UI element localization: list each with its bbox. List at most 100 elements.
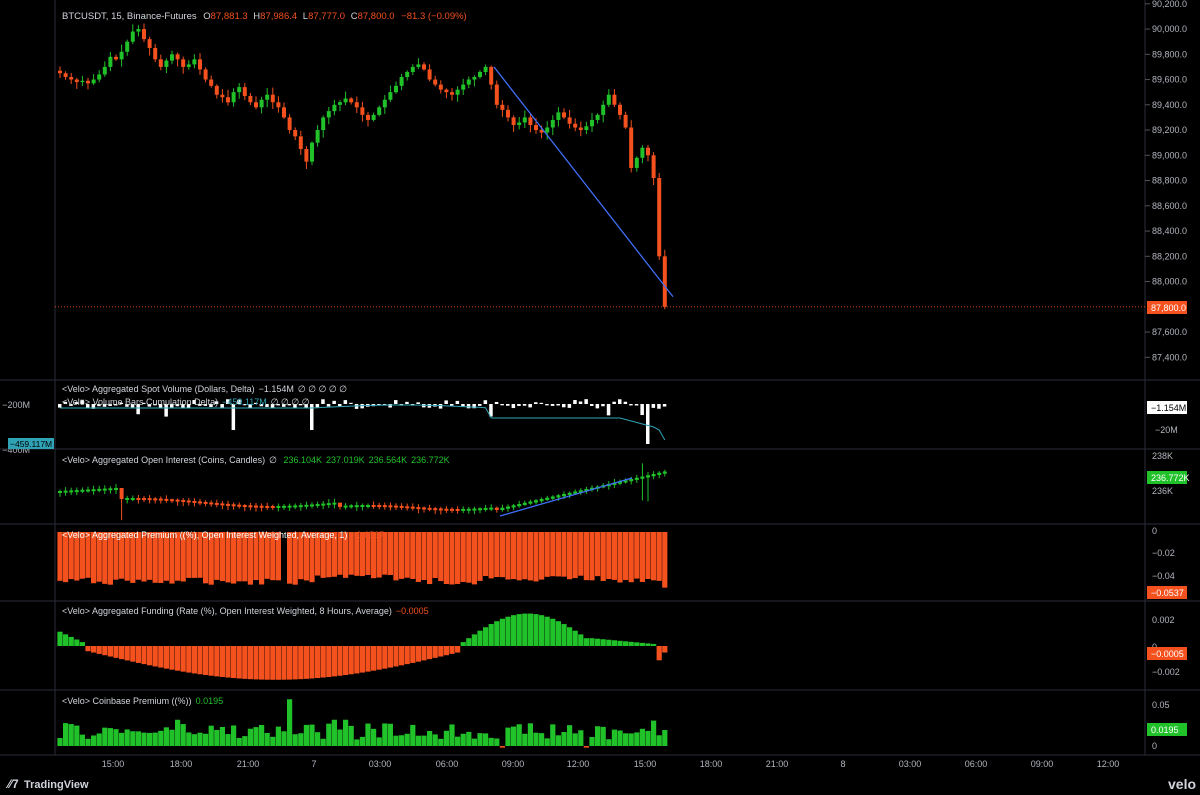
funding-bar: [74, 639, 80, 646]
coinbase-bar: [387, 723, 393, 746]
candle: [377, 107, 382, 115]
svg-text:−1.154M: −1.154M: [1151, 403, 1186, 413]
oi-candle: [657, 472, 662, 475]
funding-bar: [180, 646, 186, 672]
price-tick-label: 88,200.0: [1152, 251, 1187, 261]
coinbase-bar: [527, 723, 533, 746]
volume-bar: [405, 401, 409, 404]
funding-bar: [567, 627, 573, 646]
coinbase-bar: [449, 724, 455, 746]
candle: [461, 84, 466, 90]
candle: [282, 107, 286, 118]
funding-bar: [645, 643, 651, 646]
funding-bar: [130, 646, 136, 662]
oi-candle: [310, 504, 314, 507]
funding-bar: [550, 618, 556, 646]
funding-bar: [371, 646, 377, 671]
oi-candle: [371, 505, 376, 508]
oi-candle: [108, 488, 113, 491]
oi-badge: 236.772K: [1147, 471, 1190, 484]
coinbase-bar: [382, 723, 388, 746]
volume-bar: [629, 404, 633, 406]
funding-bar: [544, 616, 550, 646]
candle: [231, 92, 236, 103]
premium-bar: [455, 532, 461, 584]
funding-bar: [242, 646, 248, 679]
candle: [181, 59, 186, 67]
time-tick-label: 21:00: [766, 759, 789, 769]
coinbase-bar: [343, 719, 349, 746]
coinbase-bar: [359, 736, 365, 746]
volume-bar: [634, 404, 639, 406]
coinbase-bar: [415, 735, 421, 746]
price-tick-label: 89,600.0: [1152, 75, 1187, 85]
premium-bar: [511, 532, 517, 580]
spot-tick-label: −20M: [1155, 425, 1178, 435]
oi-candle: [192, 500, 197, 503]
premium-bar: [505, 532, 511, 580]
coinbase-bar: [231, 725, 237, 746]
funding-bar: [572, 630, 578, 646]
price-tick-label: 88,400.0: [1152, 226, 1187, 236]
candle: [114, 56, 118, 60]
candle: [606, 94, 611, 105]
candle: [444, 89, 449, 93]
candle: [209, 79, 214, 86]
coinbase-bar: [270, 736, 276, 746]
coinbase-bar: [337, 729, 343, 746]
premium-tick-label: −0.02: [1152, 548, 1175, 558]
oi-candle: [259, 505, 264, 508]
coinbase-tick-label: 0: [1152, 741, 1157, 751]
oi-candle: [315, 504, 320, 507]
volume-bar: [556, 404, 560, 406]
funding-bar: [421, 646, 427, 661]
coinbase-bar: [511, 726, 517, 746]
funding-bar: [471, 634, 477, 646]
tradingview-logo[interactable]: ⁄⁄7 TradingView: [5, 777, 89, 791]
spot-title: <Velo> Aggregated Spot Volume (Dollars, …: [62, 384, 347, 394]
oi-candle: [427, 507, 432, 510]
coinbase-title: <Velo> Coinbase Premium ((%)) 0.0195: [62, 696, 223, 706]
premium-bar: [600, 532, 606, 581]
candle: [332, 104, 337, 112]
candle: [192, 59, 197, 65]
oi-candle: [461, 508, 466, 511]
funding-bar: [141, 646, 147, 665]
funding-bar: [102, 646, 108, 656]
funding-bar: [152, 646, 158, 667]
coinbase-bar: [96, 733, 102, 746]
oi-candle: [114, 488, 118, 490]
time-tick-label: 8: [840, 759, 845, 769]
premium-bar: [404, 532, 410, 578]
funding-bar: [107, 646, 113, 657]
oi-candle: [366, 505, 370, 508]
coinbase-bar: [572, 733, 578, 746]
svg-text:TradingView: TradingView: [24, 779, 89, 791]
close-value: 87,800.0: [358, 11, 395, 22]
oi-title: <Velo> Aggregated Open Interest (Coins, …: [62, 455, 450, 465]
time-tick-label: 18:00: [170, 759, 193, 769]
candle: [69, 77, 74, 80]
oi-candle: [629, 479, 634, 482]
volume-bar: [545, 404, 549, 406]
candle: [478, 71, 482, 78]
coinbase-bar: [203, 733, 209, 746]
funding-bar: [449, 646, 455, 654]
funding-bar: [589, 638, 595, 646]
coinbase-bar: [544, 738, 550, 746]
candle: [438, 84, 443, 90]
oi-candle: [522, 502, 527, 505]
candle: [254, 102, 258, 108]
coinbase-bar: [460, 733, 466, 746]
coinbase-bar: [550, 724, 556, 746]
coinbase-bar: [303, 724, 309, 746]
funding-bar: [135, 646, 141, 663]
coinbase-bar: [561, 731, 567, 746]
volume-bar: [478, 404, 482, 406]
oi-candle: [153, 498, 158, 501]
oi-candle: [282, 505, 286, 508]
chart-stage[interactable]: 90,200.0 90,000.0 89,800.0 89,600.0 89,400.0…: [0, 0, 1200, 795]
funding-bar: [91, 646, 97, 653]
funding-bar: [57, 631, 63, 646]
funding-bar: [225, 646, 231, 678]
